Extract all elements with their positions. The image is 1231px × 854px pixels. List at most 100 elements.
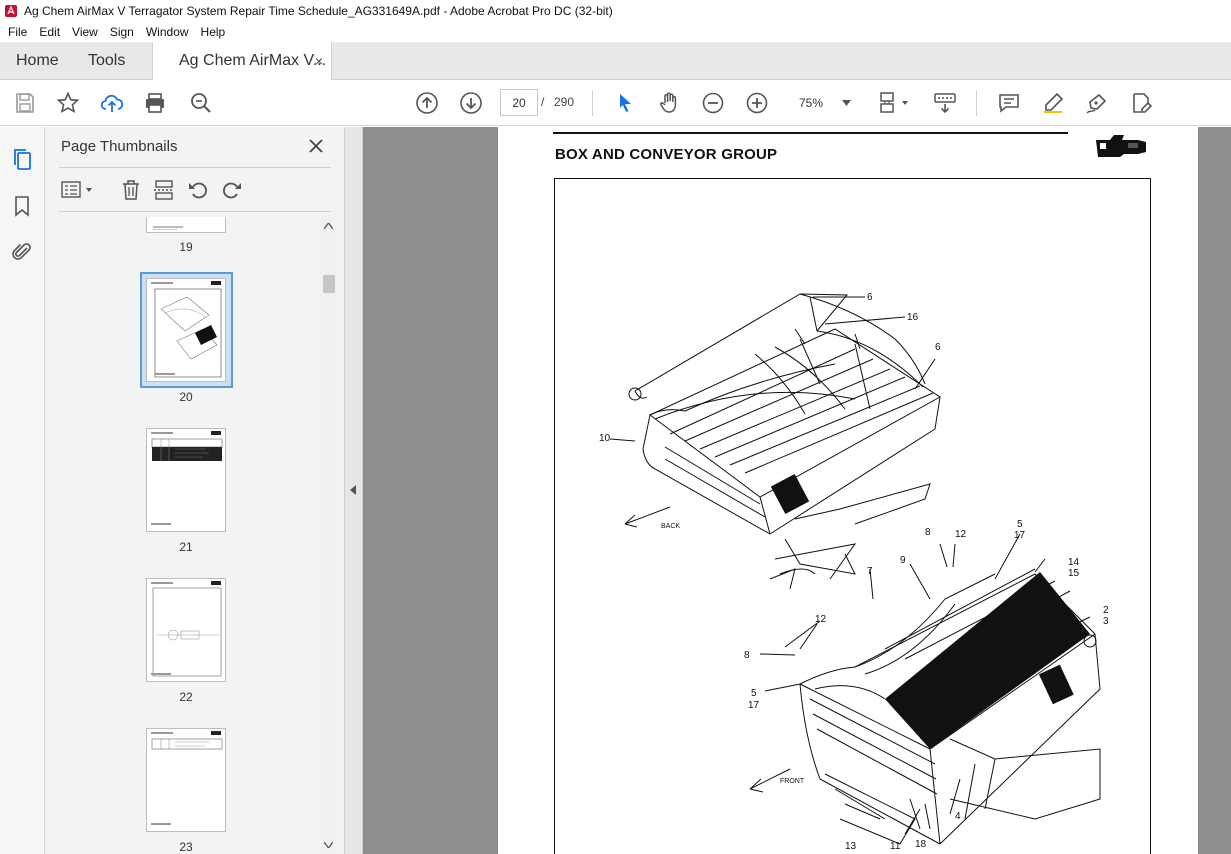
hand-icon — [660, 92, 677, 113]
toolbar-divider — [976, 90, 977, 116]
edit-document-icon — [1133, 93, 1153, 113]
callout-17b: 17 — [748, 700, 760, 711]
minus-circle-icon — [702, 92, 724, 114]
page-fit-icon — [880, 92, 908, 113]
callout-12: 12 — [955, 529, 967, 540]
hand-tool-button[interactable] — [656, 90, 682, 116]
thumbnail-page-20[interactable] — [146, 278, 226, 382]
tab-document[interactable]: Ag Chem AirMax V... × — [152, 42, 332, 80]
zoom-level-dropdown[interactable]: 75% — [788, 89, 858, 116]
rotate-right-icon[interactable] — [221, 179, 243, 201]
select-tool-button[interactable] — [612, 90, 638, 116]
thumbnail-page-21[interactable] — [146, 428, 226, 532]
callout-7: 7 — [867, 566, 873, 577]
tab-tools[interactable]: Tools — [88, 42, 125, 80]
toolbar-divider — [592, 90, 593, 116]
thumbnail-label: 21 — [179, 540, 193, 554]
previous-page-button[interactable] — [414, 90, 440, 116]
tab-home[interactable]: Home — [16, 42, 59, 80]
menu-window[interactable]: Window — [140, 25, 195, 39]
panel-title: Page Thumbnails — [61, 138, 178, 155]
callout-6b: 6 — [935, 342, 941, 353]
callout-4: 4 — [955, 811, 961, 822]
save-button[interactable] — [12, 90, 38, 116]
navigation-rail — [0, 127, 45, 854]
callout-10: 10 — [599, 433, 611, 444]
callout-9: 9 — [900, 555, 906, 566]
menu-edit[interactable]: Edit — [33, 25, 66, 39]
paperclip-icon — [12, 243, 31, 260]
menu-help[interactable]: Help — [195, 25, 232, 39]
bookmark-star-button[interactable] — [55, 90, 81, 116]
next-page-button[interactable] — [458, 90, 484, 116]
zoom-in-button[interactable] — [744, 90, 770, 116]
menu-sign[interactable]: Sign — [104, 25, 140, 39]
company-logo — [1096, 135, 1146, 157]
window-title: Ag Chem AirMax V Terragator System Repai… — [24, 4, 613, 18]
sign-pen-icon — [1086, 93, 1107, 114]
page-heading: BOX AND CONVEYOR GROUP — [555, 146, 778, 163]
extract-pages-icon[interactable] — [153, 179, 175, 201]
arrow-up-circle-icon — [416, 92, 438, 114]
collapse-arrow-icon — [350, 485, 356, 495]
scroll-mode-button[interactable] — [932, 90, 958, 116]
thumbnail-page-19[interactable] — [146, 217, 226, 233]
zoom-out-button[interactable] — [700, 90, 726, 116]
pdf-page: BOX AND CONVEYOR GROUP 6 16 6 10 BACK 8 … — [498, 127, 1198, 854]
callout-18: 18 — [915, 839, 927, 850]
callout-8b: 8 — [744, 650, 750, 661]
bookmarks-button[interactable] — [10, 194, 34, 218]
page-thumbnails-button[interactable] — [10, 147, 34, 171]
scroll-down-icon[interactable] — [324, 842, 333, 848]
page-display-button[interactable] — [876, 90, 912, 116]
close-icon[interactable] — [307, 137, 325, 155]
star-icon — [56, 91, 80, 114]
menu-file[interactable]: File — [2, 25, 33, 39]
printer-icon — [146, 93, 164, 113]
panel-collapse-handle[interactable] — [345, 127, 363, 854]
thumbnail-scrollbar[interactable] — [321, 217, 336, 854]
thumbnail-page-23[interactable] — [146, 728, 226, 832]
tab-document-label: Ag Chem AirMax V... — [179, 52, 327, 69]
tab-close-icon[interactable]: × — [315, 53, 323, 69]
attachments-button[interactable] — [10, 240, 34, 264]
panel-divider — [59, 211, 331, 212]
document-view[interactable]: BOX AND CONVEYOR GROUP 6 16 6 10 BACK 8 … — [363, 127, 1231, 854]
fill-sign-button[interactable] — [1084, 90, 1110, 116]
find-zoom-button[interactable] — [188, 90, 214, 116]
thumbnail-page-22[interactable] — [146, 578, 226, 682]
zoom-level-value: 75% — [799, 95, 824, 110]
thumbnail-panel: Page Thumbnails 19 20 21 22 23 — [45, 127, 345, 854]
callout-6: 6 — [867, 292, 873, 303]
highlight-button[interactable] — [1040, 90, 1066, 116]
callout-15: 15 — [1068, 568, 1080, 579]
title-bar: Ag Chem AirMax V Terragator System Repai… — [0, 0, 1231, 22]
edit-pdf-button[interactable] — [1128, 90, 1154, 116]
chevron-down-icon — [842, 99, 851, 106]
box-conveyor-drawing: 6 16 6 10 BACK 8 12 5 17 14 15 7 9 2 3 1… — [599, 292, 1109, 852]
thumbnail-toolbar — [45, 173, 345, 209]
upload-cloud-button[interactable] — [99, 90, 125, 116]
page-separator: / — [541, 95, 545, 109]
callout-13: 13 — [845, 841, 857, 852]
callout-16: 16 — [907, 312, 919, 323]
rotate-left-icon[interactable] — [187, 179, 209, 201]
main-toolbar: / 290 75% — [0, 80, 1231, 126]
plus-circle-icon — [746, 92, 768, 114]
page-number-input[interactable] — [500, 89, 538, 116]
thumbnail-label: 20 — [179, 390, 193, 404]
menu-view[interactable]: View — [66, 25, 104, 39]
panel-divider — [59, 167, 331, 168]
trash-icon[interactable] — [120, 179, 142, 201]
thumbnail-drawing — [151, 581, 222, 677]
thumbnail-label: 22 — [179, 690, 193, 704]
comment-button[interactable] — [996, 90, 1022, 116]
options-menu-icon[interactable] — [61, 179, 95, 201]
scrollbar-thumb[interactable] — [323, 275, 335, 293]
header-rule — [553, 132, 1068, 134]
print-button[interactable] — [142, 90, 168, 116]
label-front: FRONT — [780, 778, 805, 785]
save-icon — [16, 93, 34, 113]
comment-icon — [999, 94, 1019, 113]
scroll-up-icon[interactable] — [324, 223, 333, 229]
